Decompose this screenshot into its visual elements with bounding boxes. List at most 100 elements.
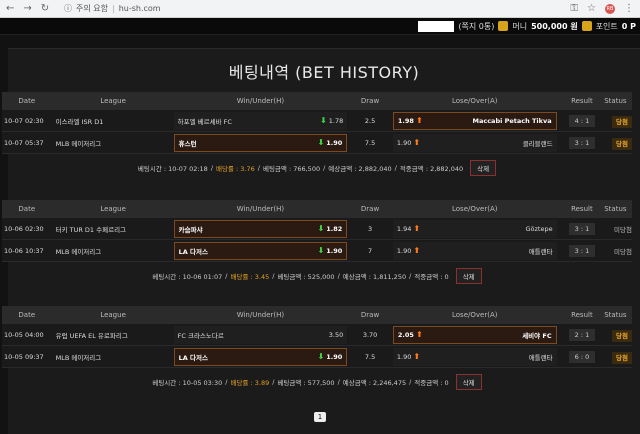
bet-time: 베팅시간 : 10-06 01:07 — [152, 273, 223, 281]
result-cell: 4 : 1 — [560, 114, 605, 127]
delete-button[interactable]: 삭제 — [470, 160, 497, 176]
arrow-down-icon: ⬇ — [317, 246, 325, 255]
url-text[interactable]: hu-sh.com — [119, 4, 161, 13]
away-odd: 1.90 — [396, 246, 412, 255]
header-date: Date — [18, 311, 36, 319]
points-label: 포인트 — [595, 21, 618, 31]
arrow-down-icon: ⬇ — [317, 224, 325, 233]
header-status: Status — [604, 205, 627, 213]
address-separator: | — [111, 4, 115, 13]
bet-rate: 배당률 : 3.76 — [216, 165, 255, 173]
draw-odd: 2.5 — [364, 116, 376, 125]
money-label: 머니 — [512, 21, 528, 31]
summary-separator: / — [394, 164, 397, 172]
pagination: 1 — [0, 412, 640, 422]
status-cell: 당첨 — [604, 137, 632, 150]
header-result: Result — [571, 205, 593, 213]
away-team: Göztepe — [525, 224, 553, 233]
result-cell: 2 : 1 — [560, 328, 605, 341]
header-draw: Draw — [360, 311, 380, 319]
home-odd-group: ⬇ 1.78 — [320, 116, 343, 125]
away-team: 애틀랜타 — [528, 353, 553, 362]
expected-amount: 예상금액 : 1,811,250 — [342, 273, 407, 281]
table-row: 10-06 02:30 터키 TUR D1 수페르리그 카슴파샤 ⬇ 1.82 … — [2, 218, 632, 240]
home-pick: FC 크라스노다르 3.50 — [173, 325, 348, 344]
home-pick: LA 다저스 ⬇ 1.90 — [173, 241, 348, 260]
won-amount: 적중금액 : 2,882,040 — [399, 165, 464, 173]
delete-button[interactable]: 삭제 — [455, 268, 482, 284]
header-status: Status — [604, 311, 627, 319]
home-team: 카슴파샤 — [178, 225, 203, 234]
bet-amount: 베팅금액 : 577,500 — [277, 379, 335, 387]
arrow-up-icon: ⬆ — [415, 116, 423, 125]
forward-icon[interactable]: → — [23, 3, 31, 14]
bet-time: 베팅시간 : 10-05 03:30 — [152, 379, 223, 387]
home-odd: 1.82 — [326, 224, 343, 233]
away-odd: 2.05 — [397, 330, 414, 339]
header-date: Date — [18, 205, 36, 213]
home-odd: 1.90 — [326, 352, 343, 361]
league-name: 터키 TUR D1 수페르리그 — [55, 225, 127, 234]
match-result: 2 : 1 — [568, 328, 596, 341]
status-cell: 당첨 — [604, 115, 632, 128]
summary-separator: / — [225, 378, 228, 386]
status-cell: 당첨 — [604, 329, 632, 342]
table-header: Date League Win/Under(H) Draw Lose/Over(… — [2, 306, 632, 324]
menu-icon[interactable]: ⋮ — [624, 3, 634, 14]
bet-amount: 베팅금액 : 766,500 — [262, 165, 321, 173]
league-name: MLB 메이저리그 — [55, 139, 102, 148]
status-cell: 당첨 — [604, 351, 632, 364]
away-odd: 1.94 — [396, 224, 412, 233]
status-badge: 당첨 — [612, 351, 632, 364]
header-date: Date — [18, 97, 36, 105]
league-name: MLB 메이저리그 — [55, 353, 102, 362]
match-date: 10-07 02:30 — [4, 116, 44, 125]
message-count[interactable]: (쪽지 0통) — [458, 21, 494, 32]
header-result: Result — [571, 311, 593, 319]
home-team: LA 다저스 — [178, 353, 209, 362]
status-badge: 당첨 — [612, 137, 632, 150]
header-win: Win/Under(H) — [236, 311, 285, 319]
home-team: FC 크라스노다르 — [177, 331, 224, 340]
header-status: Status — [604, 97, 627, 105]
home-pick: 하포엘 베르셰바 FC ⬇ 1.78 — [173, 111, 348, 130]
home-odd-group: 3.50 — [329, 331, 343, 339]
username-box — [418, 20, 455, 32]
points-icon — [581, 21, 592, 31]
status-cell: 미당첨 — [604, 224, 632, 234]
header-win: Win/Under(H) — [236, 97, 285, 105]
away-pick: 2.05 ⬆ 세비야 FC — [392, 325, 557, 344]
bet-amount: 베팅금액 : 525,000 — [277, 273, 335, 281]
status-badge: 당첨 — [612, 329, 632, 342]
won-amount: 적중금액 : 0 — [414, 379, 449, 387]
key-icon[interactable]: ⚿ — [570, 3, 578, 14]
league-name: 이스라엘 ISR D1 — [55, 117, 104, 126]
profile-avatar[interactable]: RB — [605, 3, 615, 14]
security-label: 주의 요함 — [76, 4, 108, 13]
draw-odd: 3.70 — [362, 330, 378, 339]
page-title: 베팅내역 (BET HISTORY) — [228, 63, 420, 82]
home-odd-group: ⬇ 1.90 — [318, 138, 343, 147]
delete-button[interactable]: 삭제 — [455, 374, 482, 390]
summary-separator: / — [409, 378, 412, 386]
table-row: 10-07 05:37 MLB 메이저리그 휴스턴 ⬇ 1.90 7.5 1.9… — [2, 132, 632, 154]
bet-rate: 배당률 : 3.89 — [230, 379, 270, 387]
status-badge: 당첨 — [612, 115, 632, 128]
home-team: 휴스턴 — [178, 139, 197, 148]
away-odd-group: 1.98 ⬆ — [398, 116, 423, 125]
info-icon: ⓘ — [64, 4, 72, 13]
arrow-down-icon: ⬇ — [320, 116, 327, 125]
star-icon[interactable]: ☆ — [587, 3, 596, 14]
back-icon[interactable]: ← — [6, 3, 14, 14]
expected-amount: 예상금액 : 2,246,475 — [342, 379, 407, 387]
match-date: 10-05 09:37 — [4, 352, 44, 361]
header-league: League — [100, 97, 126, 105]
summary-separator: / — [257, 164, 260, 172]
draw-odd: 7.5 — [364, 352, 376, 361]
home-pick: 카슴파샤 ⬇ 1.82 — [173, 219, 348, 238]
home-odd-group: ⬇ 1.90 — [318, 352, 343, 361]
address-bar[interactable]: ⓘ 주의 요함 | hu-sh.com — [64, 3, 161, 14]
page-button[interactable]: 1 — [313, 412, 327, 422]
header-draw: Draw — [360, 205, 380, 213]
reload-icon[interactable]: ↻ — [41, 3, 49, 14]
